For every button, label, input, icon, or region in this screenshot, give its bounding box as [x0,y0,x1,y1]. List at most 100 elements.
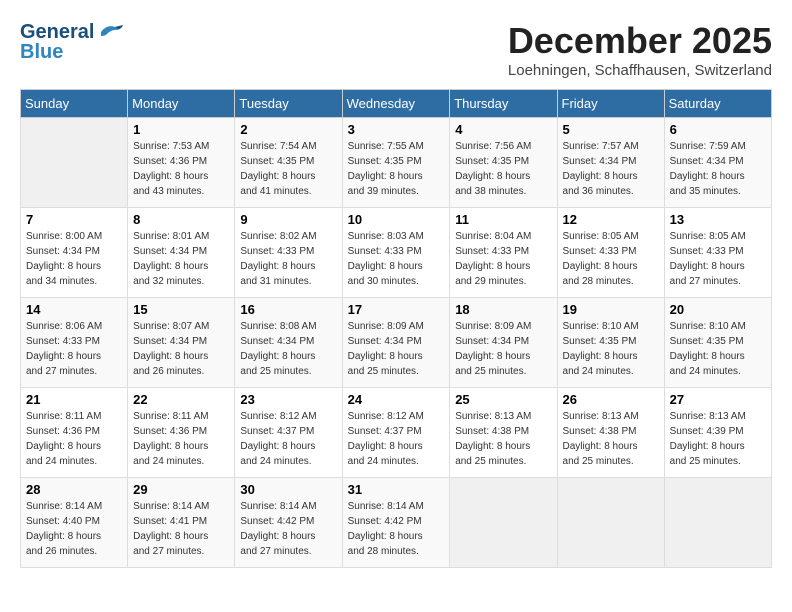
calendar-cell: 17 Sunrise: 8:09 AM Sunset: 4:34 PM Dayli… [342,298,450,388]
day-number: 15 [133,302,229,317]
logo-bird-icon [97,22,125,40]
day-number: 27 [670,392,766,407]
calendar-week-4: 21 Sunrise: 8:11 AM Sunset: 4:36 PM Dayli… [21,388,772,478]
calendar-cell: 3Sunrise: 7:55 AM Sunset: 4:35 PM Daylig… [342,118,450,208]
page-header: General Blue December 2025 Loehningen, S… [20,20,772,79]
calendar-cell: 22 Sunrise: 8:11 AM Sunset: 4:36 PM Dayli… [128,388,235,478]
day-number: 31 [348,482,445,497]
calendar-cell: 30 Sunrise: 8:14 AM Sunset: 4:42 PM Dayli… [235,478,342,568]
weekday-monday: Monday [128,90,235,118]
calendar: SundayMondayTuesdayWednesdayThursdayFrid… [20,89,772,568]
calendar-cell: 26Sunrise: 8:13 AM Sunset: 4:38 PM Dayli… [557,388,664,478]
day-info: Sunrise: 8:10 AM Sunset: 4:35 PM Dayligh… [563,319,659,379]
day-number: 12 [563,212,659,227]
day-number: 5 [563,122,659,137]
day-number: 22 [133,392,229,407]
calendar-cell: 9 Sunrise: 8:02 AM Sunset: 4:33 PM Daylig… [235,208,342,298]
calendar-week-5: 28Sunrise: 8:14 AM Sunset: 4:40 PM Dayli… [21,478,772,568]
calendar-cell: 11Sunrise: 8:04 AM Sunset: 4:33 PM Dayli… [450,208,557,298]
calendar-cell: 7 Sunrise: 8:00 AM Sunset: 4:34 PM Daylig… [21,208,128,298]
day-info: Sunrise: 8:04 AM Sunset: 4:33 PM Dayligh… [455,229,551,289]
day-info: Sunrise: 8:06 AM Sunset: 4:33 PM Dayligh… [26,319,122,379]
day-info: Sunrise: 8:03 AM Sunset: 4:33 PM Dayligh… [348,229,445,289]
calendar-cell: 28Sunrise: 8:14 AM Sunset: 4:40 PM Dayli… [21,478,128,568]
month-title: December 2025 [508,20,772,62]
calendar-cell [557,478,664,568]
day-info: Sunrise: 8:02 AM Sunset: 4:33 PM Dayligh… [240,229,336,289]
weekday-saturday: Saturday [664,90,771,118]
calendar-cell: 12Sunrise: 8:05 AM Sunset: 4:33 PM Dayli… [557,208,664,298]
day-number: 21 [26,392,122,407]
day-info: Sunrise: 8:14 AM Sunset: 4:42 PM Dayligh… [348,499,445,559]
day-info: Sunrise: 7:54 AM Sunset: 4:35 PM Dayligh… [240,139,336,199]
day-number: 19 [563,302,659,317]
day-number: 8 [133,212,229,227]
calendar-cell: 14 Sunrise: 8:06 AM Sunset: 4:33 PM Dayli… [21,298,128,388]
calendar-cell: 13Sunrise: 8:05 AM Sunset: 4:33 PM Dayli… [664,208,771,298]
day-number: 4 [455,122,551,137]
calendar-cell: 24 Sunrise: 8:12 AM Sunset: 4:37 PM Dayli… [342,388,450,478]
day-info: Sunrise: 8:05 AM Sunset: 4:33 PM Dayligh… [670,229,766,289]
day-info: Sunrise: 8:07 AM Sunset: 4:34 PM Dayligh… [133,319,229,379]
calendar-cell: 20Sunrise: 8:10 AM Sunset: 4:35 PM Dayli… [664,298,771,388]
day-info: Sunrise: 8:08 AM Sunset: 4:34 PM Dayligh… [240,319,336,379]
weekday-friday: Friday [557,90,664,118]
calendar-week-2: 7 Sunrise: 8:00 AM Sunset: 4:34 PM Daylig… [21,208,772,298]
calendar-cell: 4 Sunrise: 7:56 AM Sunset: 4:35 PM Daylig… [450,118,557,208]
location: Loehningen, Schaffhausen, Switzerland [508,62,772,79]
day-number: 26 [563,392,659,407]
weekday-wednesday: Wednesday [342,90,450,118]
day-info: Sunrise: 8:11 AM Sunset: 4:36 PM Dayligh… [26,409,122,469]
day-number: 2 [240,122,336,137]
calendar-week-3: 14 Sunrise: 8:06 AM Sunset: 4:33 PM Dayli… [21,298,772,388]
day-number: 25 [455,392,551,407]
day-info: Sunrise: 8:09 AM Sunset: 4:34 PM Dayligh… [455,319,551,379]
calendar-cell [450,478,557,568]
day-number: 28 [26,482,122,497]
calendar-cell: 19 Sunrise: 8:10 AM Sunset: 4:35 PM Dayli… [557,298,664,388]
day-info: Sunrise: 8:01 AM Sunset: 4:34 PM Dayligh… [133,229,229,289]
day-info: Sunrise: 7:59 AM Sunset: 4:34 PM Dayligh… [670,139,766,199]
day-number: 9 [240,212,336,227]
day-number: 24 [348,392,445,407]
day-number: 17 [348,302,445,317]
title-area: December 2025 Loehningen, Schaffhausen, … [508,20,772,79]
calendar-cell: 1 Sunrise: 7:53 AM Sunset: 4:36 PM Daylig… [128,118,235,208]
day-number: 30 [240,482,336,497]
day-number: 18 [455,302,551,317]
day-info: Sunrise: 8:09 AM Sunset: 4:34 PM Dayligh… [348,319,445,379]
calendar-cell: 15 Sunrise: 8:07 AM Sunset: 4:34 PM Dayli… [128,298,235,388]
calendar-cell: 10 Sunrise: 8:03 AM Sunset: 4:33 PM Dayli… [342,208,450,298]
day-info: Sunrise: 7:53 AM Sunset: 4:36 PM Dayligh… [133,139,229,199]
day-number: 14 [26,302,122,317]
calendar-cell: 16 Sunrise: 8:08 AM Sunset: 4:34 PM Dayli… [235,298,342,388]
logo: General Blue [20,20,125,64]
calendar-header: SundayMondayTuesdayWednesdayThursdayFrid… [21,90,772,118]
weekday-header-row: SundayMondayTuesdayWednesdayThursdayFrid… [21,90,772,118]
calendar-cell [21,118,128,208]
calendar-cell: 29 Sunrise: 8:14 AM Sunset: 4:41 PM Dayli… [128,478,235,568]
calendar-week-1: 1 Sunrise: 7:53 AM Sunset: 4:36 PM Daylig… [21,118,772,208]
day-info: Sunrise: 8:13 AM Sunset: 4:38 PM Dayligh… [455,409,551,469]
day-info: Sunrise: 8:14 AM Sunset: 4:41 PM Dayligh… [133,499,229,559]
day-number: 29 [133,482,229,497]
day-info: Sunrise: 8:11 AM Sunset: 4:36 PM Dayligh… [133,409,229,469]
weekday-thursday: Thursday [450,90,557,118]
day-info: Sunrise: 7:56 AM Sunset: 4:35 PM Dayligh… [455,139,551,199]
day-number: 23 [240,392,336,407]
day-number: 1 [133,122,229,137]
day-info: Sunrise: 8:00 AM Sunset: 4:34 PM Dayligh… [26,229,122,289]
day-number: 16 [240,302,336,317]
day-info: Sunrise: 8:14 AM Sunset: 4:42 PM Dayligh… [240,499,336,559]
day-info: Sunrise: 8:10 AM Sunset: 4:35 PM Dayligh… [670,319,766,379]
calendar-cell: 18 Sunrise: 8:09 AM Sunset: 4:34 PM Dayli… [450,298,557,388]
weekday-sunday: Sunday [21,90,128,118]
day-info: Sunrise: 8:13 AM Sunset: 4:39 PM Dayligh… [670,409,766,469]
day-info: Sunrise: 8:12 AM Sunset: 4:37 PM Dayligh… [348,409,445,469]
logo-blue: Blue [20,40,125,64]
day-info: Sunrise: 7:55 AM Sunset: 4:35 PM Dayligh… [348,139,445,199]
day-number: 10 [348,212,445,227]
calendar-cell: 27 Sunrise: 8:13 AM Sunset: 4:39 PM Dayli… [664,388,771,478]
day-info: Sunrise: 7:57 AM Sunset: 4:34 PM Dayligh… [563,139,659,199]
day-number: 7 [26,212,122,227]
